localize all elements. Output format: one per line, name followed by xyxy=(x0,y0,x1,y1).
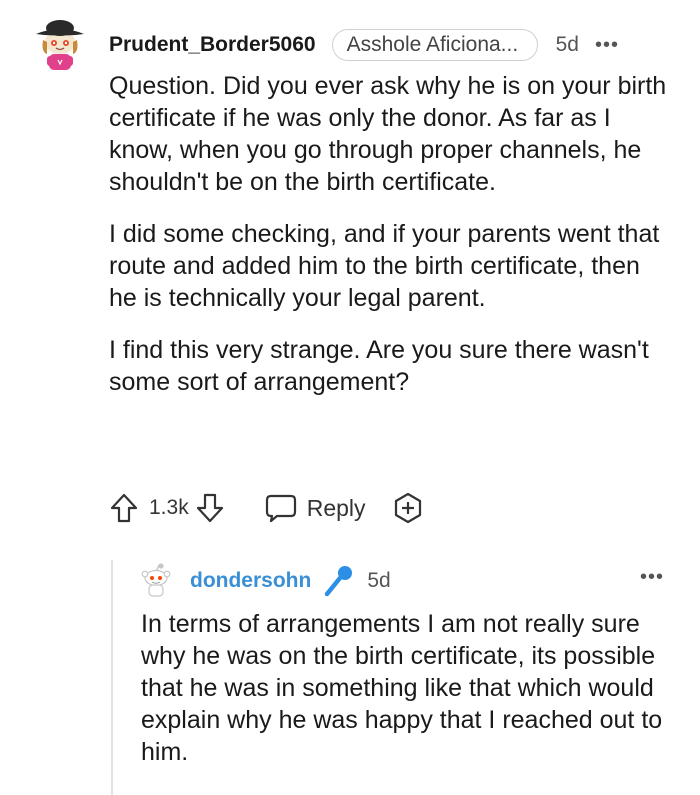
comment-body: Question. Did you ever ask why he is on … xyxy=(109,70,669,418)
arrow-up-icon xyxy=(110,493,138,523)
reply-label: Reply xyxy=(306,494,366,521)
reply-header: dondersohn 5d xyxy=(190,564,391,598)
reply-username[interactable]: dondersohn xyxy=(190,569,311,593)
comment-paragraph: Question. Did you ever ask why he is on … xyxy=(109,72,667,196)
comment-paragraph: I did some checking, and if your parents… xyxy=(109,220,660,312)
vote-count: 1.3k xyxy=(149,496,189,519)
downvote-button[interactable] xyxy=(195,492,225,524)
comment-header: Prudent_Border5060 Asshole Aficiona... 5… xyxy=(109,28,619,62)
microphone-icon xyxy=(321,564,355,598)
comment-thread: Prudent_Border5060 Asshole Aficiona... 5… xyxy=(0,0,700,795)
arrow-down-icon xyxy=(196,493,223,523)
comment-username[interactable]: Prudent_Border5060 xyxy=(109,33,316,57)
comment-paragraph: I find this very strange. Are you sure t… xyxy=(109,336,649,396)
reply-body: In terms of arrangements I am not really… xyxy=(141,608,681,768)
reply-more-options-icon[interactable]: ••• xyxy=(640,566,664,589)
chat-bubble-icon xyxy=(265,494,296,523)
reply-avatar[interactable] xyxy=(139,562,173,598)
reply-paragraph: In terms of arrangements I am not really… xyxy=(141,610,663,766)
award-plus-icon xyxy=(394,492,421,524)
upvote-button[interactable] xyxy=(109,492,139,524)
user-flair: Asshole Aficiona... xyxy=(331,29,538,61)
reply-timestamp[interactable]: 5d xyxy=(367,569,390,593)
reply-button[interactable]: Reply xyxy=(265,493,366,523)
more-options-icon[interactable]: ••• xyxy=(595,34,619,57)
award-button[interactable] xyxy=(392,492,424,524)
user-avatar[interactable] xyxy=(31,16,89,74)
thread-line[interactable] xyxy=(111,560,113,795)
comment-actions: 1.3k Reply xyxy=(109,488,424,528)
comment-timestamp[interactable]: 5d xyxy=(556,33,579,57)
